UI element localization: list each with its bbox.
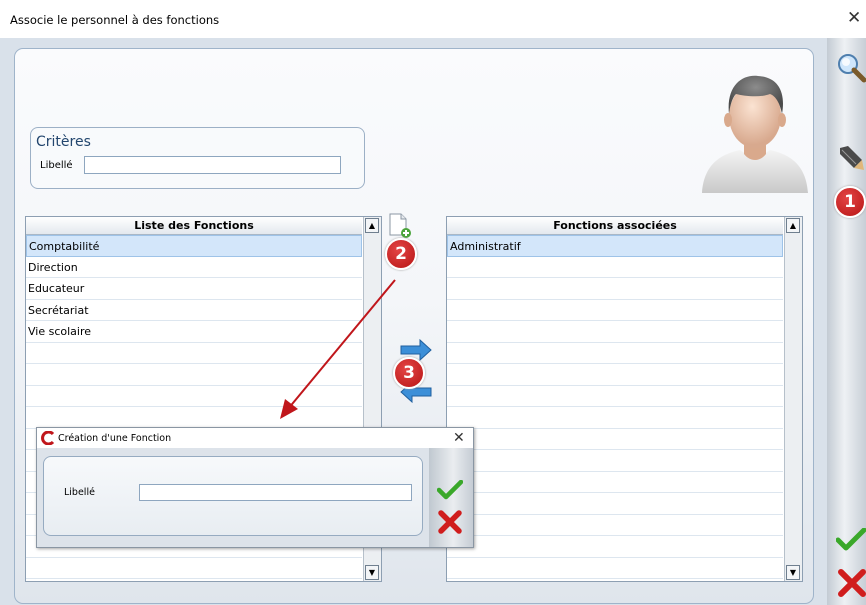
right-toolbar bbox=[827, 38, 866, 605]
empty-row bbox=[447, 515, 783, 536]
edit-pen-icon[interactable] bbox=[836, 144, 866, 174]
dialog-title: Création d'une Fonction bbox=[58, 433, 172, 444]
empty-row bbox=[447, 407, 783, 429]
empty-row bbox=[447, 343, 783, 364]
criteria-title: Critères bbox=[36, 134, 91, 150]
criteria-group: Critères Libellé bbox=[30, 127, 365, 189]
dialog-titlebar: Création d'une Fonction ✕ bbox=[37, 428, 473, 448]
scroll-up-icon[interactable]: ▲ bbox=[786, 218, 800, 233]
scroll-up-icon[interactable]: ▲ bbox=[365, 218, 379, 233]
dialog-side-toolbar bbox=[429, 448, 473, 547]
new-document-icon[interactable] bbox=[388, 213, 412, 239]
associated-list-scrollbar[interactable]: ▲ ▼ bbox=[784, 217, 802, 581]
associated-functions-header: Fonctions associées bbox=[447, 217, 783, 235]
list-item[interactable]: Comptabilité bbox=[26, 235, 362, 257]
criteria-libelle-label: Libellé bbox=[40, 160, 73, 171]
functions-list-header: Liste des Fonctions bbox=[26, 217, 362, 235]
empty-row bbox=[447, 364, 783, 386]
dialog-form-panel: Libellé bbox=[43, 456, 423, 536]
cancel-x-icon[interactable] bbox=[838, 568, 866, 598]
empty-row bbox=[447, 300, 783, 321]
person-avatar-icon bbox=[702, 75, 808, 193]
step-badge-2: 2 bbox=[385, 238, 417, 270]
annotation-arrow bbox=[280, 279, 396, 419]
window-titlebar: Associe le personnel à des fonctions ✕ bbox=[0, 0, 866, 38]
empty-row bbox=[447, 278, 783, 300]
empty-row bbox=[26, 558, 362, 579]
empty-row bbox=[447, 257, 783, 278]
empty-row bbox=[447, 450, 783, 472]
step-badge-3: 3 bbox=[393, 357, 425, 389]
list-item[interactable]: Administratif bbox=[447, 235, 783, 257]
empty-row bbox=[447, 429, 783, 450]
create-function-dialog: Création d'une Fonction ✕ Libellé bbox=[36, 427, 474, 548]
window-title: Associe le personnel à des fonctions bbox=[10, 13, 220, 27]
scroll-down-icon[interactable]: ▼ bbox=[365, 565, 379, 580]
associated-functions-list: Fonctions associées Administratif ▲ ▼ bbox=[446, 216, 803, 582]
dialog-close-icon[interactable]: ✕ bbox=[453, 430, 465, 446]
window-close-icon[interactable]: ✕ bbox=[847, 8, 861, 28]
empty-row bbox=[447, 386, 783, 407]
scroll-down-icon[interactable]: ▼ bbox=[786, 565, 800, 580]
dialog-validate-check-icon[interactable] bbox=[437, 480, 463, 500]
validate-check-icon[interactable] bbox=[836, 528, 866, 552]
empty-row bbox=[447, 536, 783, 558]
empty-row bbox=[447, 321, 783, 343]
app-logo-icon bbox=[41, 431, 55, 445]
empty-row bbox=[447, 472, 783, 493]
step-badge-1: 1 bbox=[834, 186, 866, 218]
criteria-libelle-input[interactable] bbox=[84, 156, 341, 174]
empty-row bbox=[447, 558, 783, 579]
search-icon[interactable] bbox=[836, 52, 866, 84]
dialog-cancel-x-icon[interactable] bbox=[438, 510, 462, 534]
dialog-libelle-label: Libellé bbox=[64, 487, 95, 498]
dialog-libelle-input[interactable] bbox=[139, 484, 412, 501]
empty-row bbox=[447, 493, 783, 515]
